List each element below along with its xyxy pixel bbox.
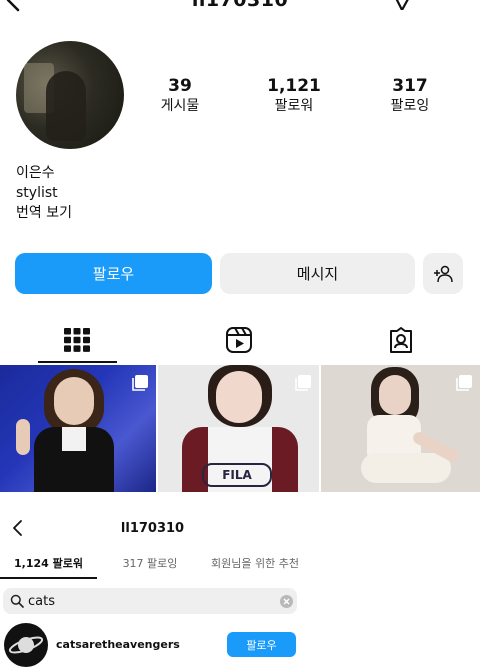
post-thumbnail[interactable]	[0, 365, 156, 492]
grid-icon	[64, 328, 90, 352]
active-sheet-tab-indicator	[0, 577, 97, 579]
planet-icon	[8, 636, 44, 654]
tagged-icon	[390, 327, 412, 353]
follow-button[interactable]: 팔로우	[15, 253, 212, 294]
user-avatar[interactable]	[4, 623, 48, 667]
post-thumbnail[interactable]	[321, 365, 480, 492]
followers-count: 1,121	[267, 76, 321, 96]
post-thumbnail[interactable]: FILA	[158, 365, 319, 492]
send-icon[interactable]	[392, 0, 414, 10]
stat-followers[interactable]: 1,121 팔로워	[249, 76, 339, 115]
tab-reels[interactable]	[179, 317, 299, 363]
following-count: 317	[392, 76, 428, 96]
tab-following[interactable]: 317 팔로잉	[108, 555, 192, 571]
user-name[interactable]: catsaretheavengers	[56, 638, 180, 651]
posts-count: 39	[168, 76, 192, 96]
search-value: cats	[28, 594, 55, 609]
following-label: 팔로잉	[390, 98, 430, 114]
tab-grid[interactable]	[17, 317, 137, 363]
followers-label: 팔로워	[274, 98, 314, 114]
sheet-title: ll170310	[120, 521, 185, 536]
reels-icon	[226, 327, 252, 353]
multiple-posts-icon	[456, 375, 472, 391]
message-button[interactable]: 메시지	[220, 253, 415, 294]
search-icon	[10, 594, 24, 608]
profile-bio: 이은수 stylist 번역 보기	[16, 163, 72, 223]
profile-avatar[interactable]	[16, 41, 124, 149]
translate-link[interactable]: 번역 보기	[16, 203, 72, 223]
tab-tagged[interactable]	[341, 317, 461, 363]
stat-posts[interactable]: 39 게시물	[135, 76, 225, 115]
add-user-button[interactable]	[423, 253, 463, 294]
clear-search-icon[interactable]	[280, 595, 293, 608]
multiple-posts-icon	[132, 375, 148, 391]
multiple-posts-icon	[295, 375, 311, 391]
more-icon[interactable]	[433, 0, 459, 4]
tab-suggested[interactable]: 회원님을 위한 추천	[205, 555, 305, 571]
stat-following[interactable]: 317 팔로잉	[365, 76, 455, 115]
profile-role: stylist	[16, 185, 58, 201]
active-tab-indicator	[38, 361, 117, 363]
add-user-icon	[434, 265, 453, 282]
posts-label: 게시물	[160, 98, 200, 114]
profile-name: 이은수	[16, 165, 55, 181]
tab-followers[interactable]: 1,124 팔로워	[0, 555, 97, 571]
user-follow-button[interactable]: 팔로우	[227, 632, 296, 657]
top-bar: ll170310	[0, 0, 480, 14]
